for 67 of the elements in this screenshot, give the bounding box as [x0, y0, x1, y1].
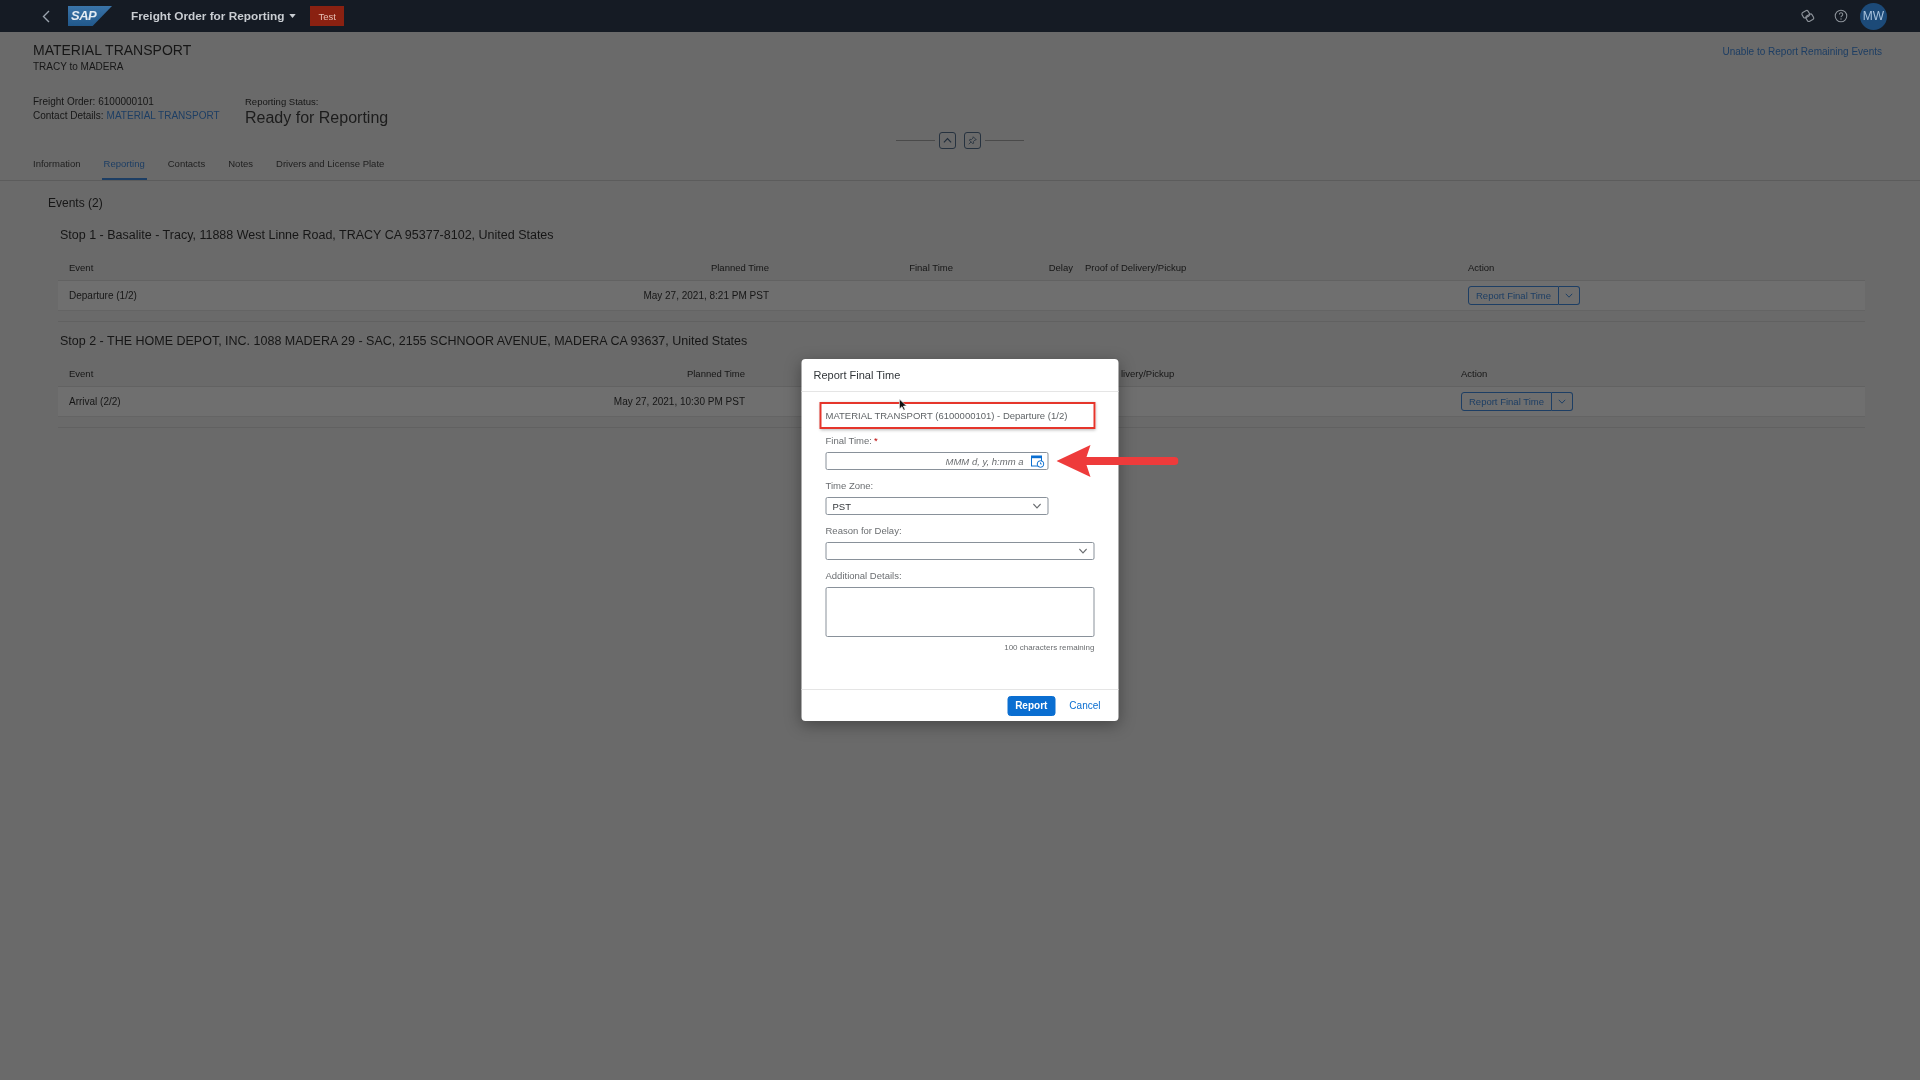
chain-link-icon[interactable] — [1801, 9, 1815, 23]
chevron-down-icon — [1032, 503, 1042, 509]
primary-button[interactable]: Report — [1007, 695, 1056, 716]
table-cell: Arrival (2/2) — [69, 396, 121, 407]
more-actions-button[interactable] — [1552, 392, 1573, 411]
column-header: Planned Time — [686, 368, 745, 379]
attribute-label: Contact Details: — [33, 109, 104, 123]
tab[interactable]: Reporting — [101, 149, 147, 180]
tab[interactable]: Information — [31, 149, 83, 180]
back-icon[interactable] — [42, 9, 50, 23]
app-title-menu[interactable]: Freight Order for Reporting — [131, 9, 297, 23]
required-mark: * — [873, 435, 878, 447]
chevron-up-icon — [943, 136, 952, 145]
help-icon[interactable] — [1834, 9, 1848, 23]
dropdown-field[interactable] — [825, 542, 1095, 560]
stop-title: Stop 1 - Basalite - Tracy, 11888 West Linne Road, TRACY CA 95377-8102, United States — [59, 227, 554, 243]
report-final-time-button[interactable]: Report Final Time — [1461, 392, 1552, 411]
contact-link[interactable]: MATERIAL TRANSPORT — [106, 109, 220, 123]
field-label: Additional Details: — [825, 570, 902, 582]
unable-to-report-link[interactable]: Unable to Report Remaining Events — [1722, 45, 1882, 58]
field-label: Reason for Delay: — [825, 525, 902, 537]
chevron-down-icon — [1078, 548, 1088, 554]
column-header: Action — [1468, 262, 1495, 273]
tab[interactable]: Notes — [226, 149, 256, 180]
attribute-value: 6100000101 — [98, 95, 154, 109]
table-cell: May 27, 2021, 8:21 PM PST — [643, 290, 769, 301]
dialog-title: Report Final Time — [813, 369, 901, 381]
column-header: Delay — [1048, 262, 1073, 273]
column-header: Event — [69, 262, 94, 273]
status-value: Ready for Reporting — [245, 108, 389, 128]
more-actions-button[interactable] — [1559, 286, 1580, 305]
status-label: Reporting Status: — [245, 95, 319, 108]
date-time-field[interactable]: MMM d, y, h:mm a — [825, 452, 1049, 470]
chevron-down-icon — [1565, 293, 1573, 298]
text-area-field[interactable] — [825, 587, 1095, 637]
attribute-label: Freight Order: — [33, 95, 96, 109]
mouse-pointer-icon — [898, 398, 908, 411]
calendar-icon[interactable] — [1030, 454, 1045, 468]
caret-down-icon — [289, 14, 297, 18]
dropdown-field[interactable]: PST — [825, 497, 1049, 515]
field-label: Final Time: — [825, 435, 872, 447]
report-final-time-button[interactable]: Report Final Time — [1468, 286, 1559, 305]
secondary-button[interactable]: Cancel — [1069, 700, 1101, 711]
column-header: Event — [69, 368, 94, 379]
field-label: Time Zone: — [825, 480, 874, 492]
column-header: Final Time — [909, 262, 953, 273]
section-title: Events (2) — [48, 195, 103, 212]
collapse-header-button[interactable] — [939, 132, 956, 149]
object-subtitle: TRACY to MADERA — [33, 60, 124, 73]
tab[interactable]: Contacts — [165, 149, 208, 180]
tab[interactable]: Drivers and License Plate — [274, 149, 387, 180]
character-counter: 100 characters remaining — [1004, 642, 1095, 654]
column-header: Planned Time — [710, 262, 769, 273]
record-title: MATERIAL TRANSPORT (6100000101) - Departure (1/2) — [825, 409, 1068, 422]
column-header: Proof of Delivery/Pickup — [1085, 262, 1187, 273]
stop-title: Stop 2 - THE HOME DEPOT, INC. 1088 MADERA 29 - SAC, 2155 SCHNOOR AVENUE, MADERA CA 93637, United States — [59, 333, 748, 349]
pin-header-button[interactable] — [964, 132, 981, 149]
chevron-down-icon — [1558, 399, 1566, 404]
logo: SAP — [68, 6, 112, 26]
column-header: livery/Pickup — [1121, 368, 1175, 379]
object-title: MATERIAL TRANSPORT — [33, 41, 192, 59]
table-cell: May 27, 2021, 10:30 PM PST — [613, 396, 745, 407]
table-cell: Departure (1/2) — [69, 290, 137, 301]
pin-icon — [968, 136, 977, 145]
user-avatar[interactable]: MW — [1860, 2, 1887, 30]
column-header: Action — [1461, 368, 1488, 379]
system-badge: Test — [310, 6, 344, 26]
